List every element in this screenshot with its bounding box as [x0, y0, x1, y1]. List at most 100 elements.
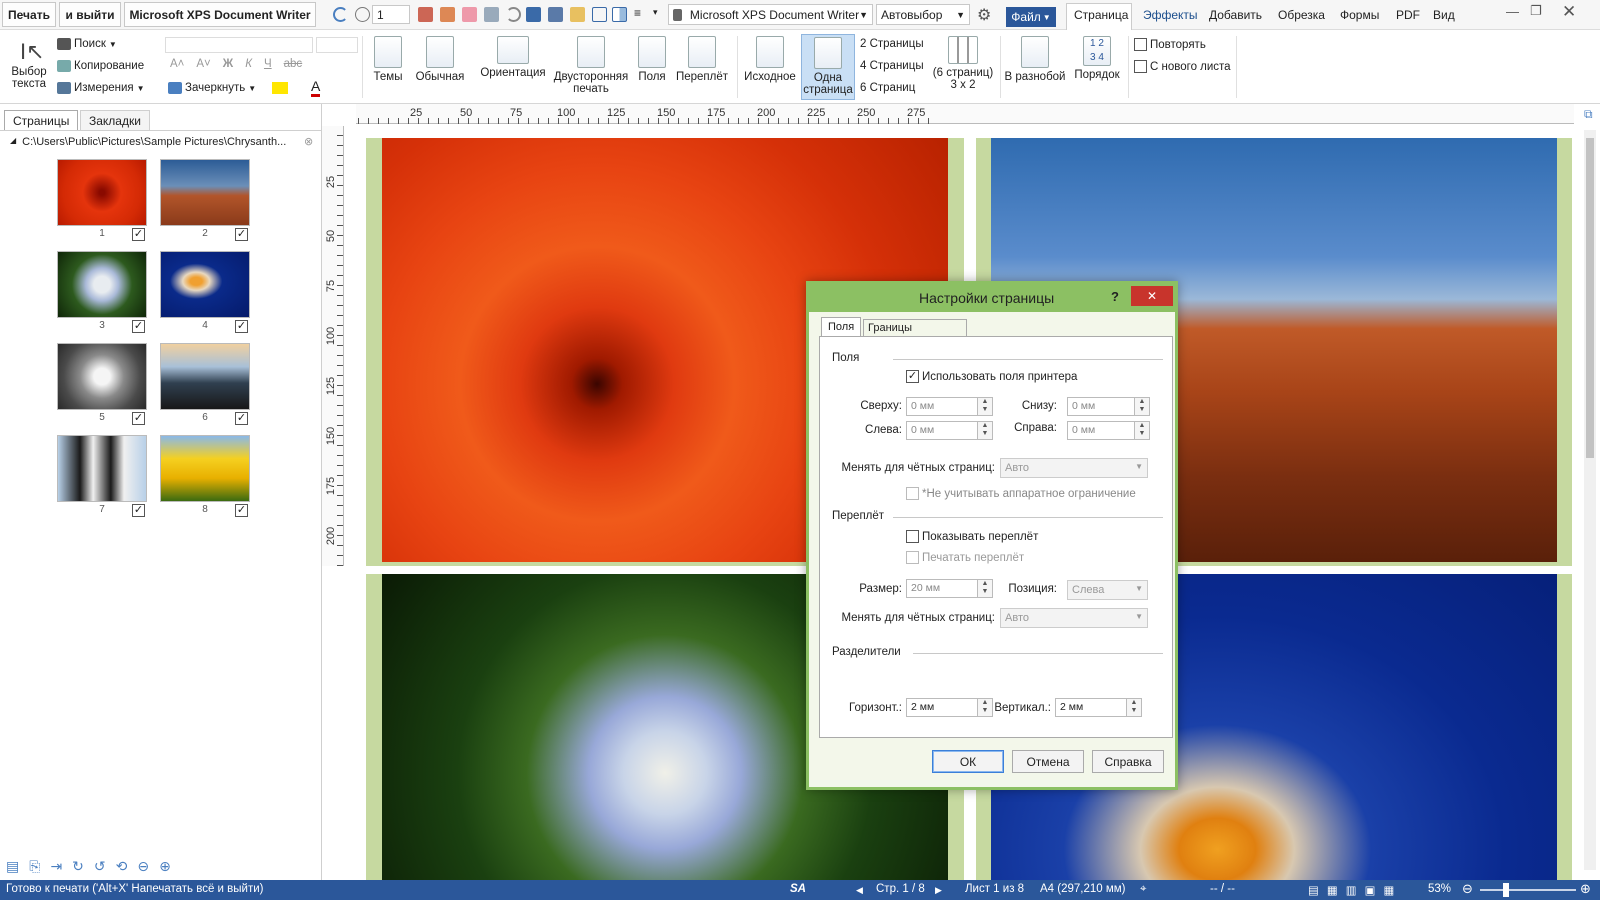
tab-view[interactable]: Вид: [1433, 8, 1455, 22]
select-text-button[interactable]: I↖ Выбор текста: [6, 38, 52, 90]
binding-position-select[interactable]: Слева ▼: [1067, 580, 1148, 600]
dialog-titlebar[interactable]: Настройки страницы ? ✕: [809, 284, 1175, 312]
top-margin-input[interactable]: 0 мм: [906, 397, 978, 416]
even-pages-select[interactable]: Авто ▼: [1000, 458, 1148, 478]
ignore-hw-checkbox[interactable]: *Не учитывать аппаратное ограничение: [906, 487, 1136, 500]
checkbox-icon[interactable]: ✓: [235, 228, 248, 241]
new-sheet-checkbox[interactable]: С нового листа: [1134, 60, 1231, 73]
grid-pages-button[interactable]: (6 страниц) 3 x 2: [930, 36, 996, 91]
rotate-right-icon[interactable]: ↻: [72, 858, 84, 875]
themes-button[interactable]: Темы: [367, 36, 409, 83]
rotate-all-icon[interactable]: ⟲: [116, 858, 128, 875]
ok-button[interactable]: ОК: [932, 750, 1004, 773]
spin-arrows-icon[interactable]: ▲ ▼: [1134, 421, 1150, 440]
tab-pdf[interactable]: PDF: [1396, 8, 1420, 22]
thumbnail-6[interactable]: [160, 343, 250, 410]
pages2-button[interactable]: 2 Страницы: [860, 38, 924, 50]
dialog-close-button[interactable]: ✕: [1131, 286, 1173, 306]
left-margin-input[interactable]: 0 мм: [906, 421, 978, 440]
redo-icon[interactable]: [506, 7, 521, 22]
tab-bookmarks[interactable]: Закладки: [80, 110, 150, 130]
repeat-checkbox[interactable]: Повторять: [1134, 38, 1206, 51]
printer-name-button[interactable]: Microsoft XPS Document Writer: [124, 2, 316, 27]
checkbox-icon[interactable]: ✓: [235, 320, 248, 333]
highlight-icon[interactable]: [272, 82, 288, 94]
font-size-select[interactable]: [316, 37, 358, 53]
restore-icon[interactable]: ❐: [1530, 3, 1542, 19]
scroll-thumb[interactable]: [1586, 138, 1594, 458]
list-icon[interactable]: ≡: [634, 6, 641, 20]
insert-page-icon[interactable]: ⎘: [29, 858, 40, 875]
thumbnail-7[interactable]: [57, 435, 147, 502]
checkbox-icon[interactable]: ✓: [235, 504, 248, 517]
print-binding-checkbox[interactable]: Печатать переплёт: [906, 551, 1024, 564]
fit-icon[interactable]: [592, 7, 607, 22]
print-and-exit-button[interactable]: и выйти: [59, 2, 121, 27]
save-as-icon[interactable]: [548, 7, 563, 22]
rotate-left-icon[interactable]: ↺: [94, 858, 106, 875]
folder-path[interactable]: ◢ C:\Users\Public\Pictures\Sample Pictur…: [10, 136, 286, 148]
zoom-slider-thumb[interactable]: [1503, 883, 1509, 897]
even-pages2-select[interactable]: Авто ▼: [1000, 608, 1148, 628]
export-page-icon[interactable]: ⇥: [50, 858, 62, 875]
tab-page[interactable]: Страница: [1074, 8, 1128, 22]
ruler-settings-icon[interactable]: ⧉: [1584, 107, 1593, 122]
font-color-icon[interactable]: A: [311, 78, 321, 97]
one-page-button[interactable]: Одна страница: [801, 34, 855, 100]
zoom-in-icon[interactable]: ⊕: [1580, 881, 1591, 897]
tab-effects[interactable]: Эффекты: [1143, 8, 1198, 22]
strikethrough-icon[interactable]: abc: [284, 58, 303, 70]
strike-button[interactable]: Зачеркнуть ▼: [168, 82, 256, 94]
checkbox-icon[interactable]: ✓: [132, 412, 145, 425]
view-mode-icons[interactable]: ▤▦▥▣▦: [1308, 883, 1402, 897]
page-circle-icon[interactable]: [355, 7, 370, 22]
order-button[interactable]: 1 23 4 Порядок: [1070, 36, 1124, 81]
search-button[interactable]: Поиск ▼: [57, 38, 117, 50]
thumbnail-3[interactable]: [57, 251, 147, 318]
use-printer-margins-checkbox[interactable]: ✓ Использовать поля принтера: [906, 370, 1077, 383]
pdf-icon[interactable]: [418, 7, 433, 22]
horiz-separator-input[interactable]: 2 мм: [906, 698, 978, 717]
printer-select[interactable]: Microsoft XPS Document Writer ▼: [668, 4, 873, 25]
tab-pages[interactable]: Страницы: [4, 110, 79, 130]
zoom-in-icon[interactable]: ⊕: [159, 858, 171, 875]
measure-button[interactable]: Измерения ▼: [57, 82, 145, 94]
spin-arrows-icon[interactable]: ▲ ▼: [1134, 397, 1150, 416]
grow-font-icon[interactable]: A˄: [170, 58, 184, 70]
bold-icon[interactable]: Ж: [223, 58, 233, 70]
orientation-button[interactable]: Ориентация: [477, 36, 549, 79]
spin-arrows-icon[interactable]: ▲ ▼: [977, 421, 993, 440]
copy-button[interactable]: Копирование: [57, 60, 144, 72]
show-binding-checkbox[interactable]: Показывать переплёт: [906, 530, 1038, 543]
vertical-scrollbar[interactable]: [1584, 130, 1596, 870]
page-number-input[interactable]: 1: [372, 5, 410, 24]
image-icon[interactable]: [462, 7, 477, 22]
save-icon[interactable]: [526, 7, 541, 22]
crosshair-icon[interactable]: ⌖: [1140, 883, 1146, 896]
open-folder-icon[interactable]: [570, 7, 585, 22]
checkbox-icon[interactable]: ✓: [235, 412, 248, 425]
minimize-icon[interactable]: —: [1506, 4, 1519, 19]
italic-icon[interactable]: К: [245, 58, 252, 70]
checkbox-icon[interactable]: ✓: [132, 504, 145, 517]
checkbox-icon[interactable]: ✓: [132, 228, 145, 241]
layout-icon[interactable]: [612, 7, 627, 22]
cancel-button[interactable]: Отмена: [1012, 750, 1084, 773]
thumbnail-2[interactable]: [160, 159, 250, 226]
tab-margins[interactable]: Поля: [821, 317, 861, 337]
margins-button[interactable]: Поля: [634, 36, 670, 83]
gear-icon[interactable]: ⚙: [977, 5, 991, 25]
next-page-icon[interactable]: ▶: [935, 885, 942, 896]
zoom-out-icon[interactable]: ⊖: [137, 858, 149, 875]
spin-arrows-icon[interactable]: ▲ ▼: [977, 579, 993, 598]
vert-separator-input[interactable]: 2 мм: [1055, 698, 1127, 717]
export-icon[interactable]: [440, 7, 455, 22]
pages6-button[interactable]: 6 Страниц: [860, 82, 915, 94]
prev-page-icon[interactable]: ◀: [856, 885, 863, 896]
help-icon[interactable]: ?: [1111, 289, 1119, 304]
font-name-select[interactable]: [165, 37, 313, 53]
duplex-button[interactable]: Двусторонняя печать: [550, 36, 632, 95]
tray-select[interactable]: Автовыбор ▼: [876, 4, 970, 25]
thumbnail-5[interactable]: [57, 343, 147, 410]
zoom-slider[interactable]: [1480, 889, 1576, 891]
